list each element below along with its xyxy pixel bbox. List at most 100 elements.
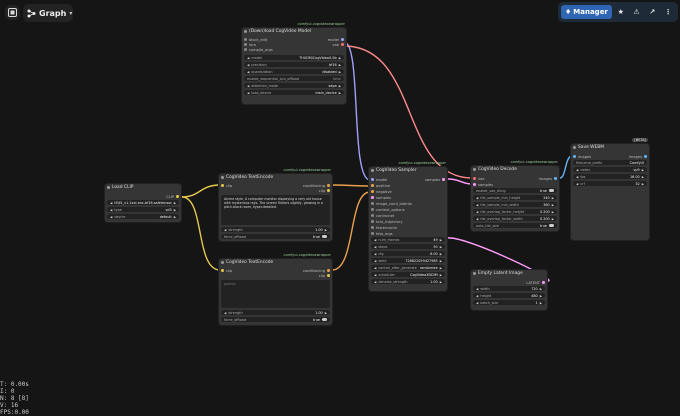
widget-enable-vae-tiling[interactable]: enable_vae_tiling true: [473, 188, 557, 193]
widget-tile-min-height[interactable]: ◀ tile_sample_min_height 240 ▶: [473, 195, 557, 200]
input-samples[interactable]: samples: [371, 196, 391, 200]
output-clip[interactable]: clip: [319, 189, 330, 193]
collapse-dot-icon[interactable]: [573, 146, 576, 149]
widget-auto-tile-size[interactable]: auto_tile_size true: [473, 223, 557, 228]
widget-fps[interactable]: ◀ fps 16.00 ▶: [573, 174, 647, 179]
node-save-webm[interactable]: [BETA] Save WEBM images images filename_p…: [570, 138, 650, 241]
input-controlnet[interactable]: controlnet: [371, 214, 394, 218]
widget-force-offload[interactable]: force_offload true: [221, 317, 330, 322]
decrement-arrow-icon: ◀: [476, 300, 479, 305]
input-lora[interactable]: lora: [244, 43, 256, 47]
decrement-arrow-icon: ◀: [110, 200, 113, 205]
collapse-dot-icon[interactable]: [107, 186, 110, 189]
output-latent[interactable]: LATENT: [526, 281, 545, 285]
decrement-arrow-icon: ◀: [247, 83, 250, 88]
input-fastercache[interactable]: fastercache: [371, 226, 397, 230]
widget-load-device[interactable]: ◀ load_device main_device ▶: [244, 90, 344, 95]
widget-sequential-offload[interactable]: enable_sequential_cpu_offload false: [244, 76, 344, 81]
widget-cfg[interactable]: ◀ cfg 6.00 ▶: [371, 251, 445, 256]
prompt-textarea[interactable]: prompt: [221, 280, 330, 308]
widget-seed[interactable]: ◀ seed 728822059427985 ▶: [371, 258, 445, 263]
node-text-encode-negative[interactable]: comfyui-cogvideoxwrapper CogVideo TextEn…: [218, 253, 333, 326]
widget-quantization[interactable]: ◀ quantization disabled ▶: [244, 69, 344, 74]
toggle-icon: [549, 224, 554, 227]
node-download-cogvideo-model[interactable]: comfyui-cogvideoxwrapper (Down)load CogV…: [241, 22, 347, 105]
widget-filename-prefix[interactable]: filename_prefix ComfyUI: [573, 160, 647, 165]
stat-i: I: 0: [0, 388, 15, 395]
node-title: (Down)load CogVideo Model: [249, 29, 312, 34]
node-load-clip[interactable]: Load CLIP CLIP ◀ t5\t5_v1.1xxl-enc-bf16.s…: [104, 183, 182, 223]
node-header[interactable]: CogVideo TextEncode: [218, 258, 333, 267]
widget-scheduler[interactable]: ◀ scheduler CogVideoXDDIM ▶: [371, 272, 445, 277]
input-compile-args[interactable]: compile_args: [244, 48, 273, 52]
widget-control-after-generate[interactable]: ◀ control_after_generate randomize ▶: [371, 265, 445, 270]
input-block-edit[interactable]: block_edit: [244, 38, 267, 42]
node-text-encode-positive[interactable]: comfyui-cogvideoxwrapper CogVideo TextEn…: [218, 168, 333, 242]
input-clip[interactable]: clip: [221, 269, 232, 273]
collapse-dot-icon[interactable]: [371, 169, 374, 172]
widget-clip-name[interactable]: ◀ t5\t5_v1.1xxl-enc-bf16.safetensors ▶: [107, 200, 179, 205]
decrement-arrow-icon: ◀: [247, 62, 250, 67]
widget-width[interactable]: ◀ width 720 ▶: [473, 286, 545, 291]
widget-attention-mode[interactable]: ◀ attention_mode sdpa ▶: [244, 83, 344, 88]
input-vae[interactable]: vae: [473, 177, 485, 181]
output-conditioning[interactable]: conditioning: [303, 184, 330, 188]
node-header[interactable]: Load CLIP: [104, 183, 182, 192]
widget-crf[interactable]: ◀ crf 32 ▶: [573, 181, 647, 186]
input-model[interactable]: model: [371, 178, 387, 182]
widget-device[interactable]: ◀ device default ▶: [107, 214, 179, 219]
widget-model[interactable]: ◀ model THUDM/CogVideoX-5b ▶: [244, 55, 344, 60]
widget-num-frames[interactable]: ◀ num_frames 49 ▶: [371, 237, 445, 242]
input-context-options[interactable]: context_options: [371, 208, 405, 212]
input-tora-trajectory[interactable]: tora_trajectory: [371, 220, 403, 224]
collapse-dot-icon[interactable]: [221, 261, 224, 264]
increment-arrow-icon: ▶: [641, 167, 644, 172]
widget-precision[interactable]: ◀ precision bf16 ▶: [244, 62, 344, 67]
widget-denoise-strength[interactable]: ◀ denoise_strength 1.00 ▶: [371, 279, 445, 284]
widget-overlap-height[interactable]: ◀ tile_overlap_factor_height 0.200 ▶: [473, 209, 557, 214]
output-vae[interactable]: vae: [332, 43, 344, 47]
widget-height[interactable]: ◀ height 480 ▶: [473, 293, 545, 298]
input-negative[interactable]: negative: [371, 190, 392, 194]
output-images[interactable]: images: [539, 177, 557, 181]
node-header[interactable]: (Down)load CogVideo Model: [241, 27, 347, 36]
collapse-dot-icon[interactable]: [473, 272, 476, 275]
output-clip[interactable]: clip: [319, 274, 330, 278]
node-header[interactable]: CogVideo Sampler: [368, 166, 448, 175]
node-cogvideo-sampler[interactable]: comfyui-cogvideoxwrapper CogVideo Sample…: [368, 161, 448, 292]
input-label: images: [578, 154, 592, 159]
widget-type[interactable]: ◀ type sd3 ▶: [107, 207, 179, 212]
output-clip[interactable]: CLIP: [166, 195, 179, 199]
collapse-dot-icon[interactable]: [221, 176, 224, 179]
collapse-dot-icon[interactable]: [244, 30, 247, 33]
widget-tile-min-width[interactable]: ◀ tile_sample_min_width 360 ▶: [473, 202, 557, 207]
increment-arrow-icon: ▶: [551, 216, 554, 221]
input-images[interactable]: images: [573, 155, 591, 159]
input-feta-args[interactable]: feta_args: [371, 232, 393, 236]
widget-codec[interactable]: ◀ codec vp9 ▶: [573, 167, 647, 172]
node-empty-latent-image[interactable]: Empty Latent Image LATENT ◀ width 720 ▶ ◀ he…: [470, 269, 548, 311]
output-samples[interactable]: samples: [425, 178, 445, 182]
widget-steps[interactable]: ◀ steps 50 ▶: [371, 244, 445, 249]
input-label: lora: [249, 42, 256, 47]
node-header[interactable]: CogVideo Decode: [470, 165, 560, 174]
node-cogvideo-decode[interactable]: comfyui-cogvideoxwrapper CogVideo Decode…: [470, 160, 560, 232]
widget-batch-size[interactable]: ◀ batch_size 1 ▶: [473, 300, 545, 305]
prompt-textarea[interactable]: Anime style, A computer monitor displayi…: [221, 195, 330, 225]
widget-overlap-width[interactable]: ◀ tile_overlap_factor_width 0.200 ▶: [473, 216, 557, 221]
collapse-dot-icon[interactable]: [473, 168, 476, 171]
input-positive[interactable]: positive: [371, 184, 390, 188]
input-clip[interactable]: clip: [221, 184, 232, 188]
input-image-cond-latents[interactable]: image_cond_latents: [371, 202, 412, 206]
node-header[interactable]: Empty Latent Image: [470, 269, 548, 278]
widget-force-offload[interactable]: force_offload true: [221, 234, 330, 239]
node-header[interactable]: Save WEBM: [570, 143, 650, 152]
output-conditioning[interactable]: conditioning: [303, 269, 330, 273]
widget-strength[interactable]: ◀ strength 1.00 ▶: [221, 227, 330, 232]
widget-strength[interactable]: ◀ strength 1.00 ▶: [221, 310, 330, 315]
output-model[interactable]: model: [328, 38, 344, 42]
node-header[interactable]: CogVideo TextEncode: [218, 173, 333, 182]
output-images[interactable]: images: [629, 155, 647, 159]
node-title: Load CLIP: [112, 185, 134, 190]
input-samples[interactable]: samples: [473, 183, 493, 187]
